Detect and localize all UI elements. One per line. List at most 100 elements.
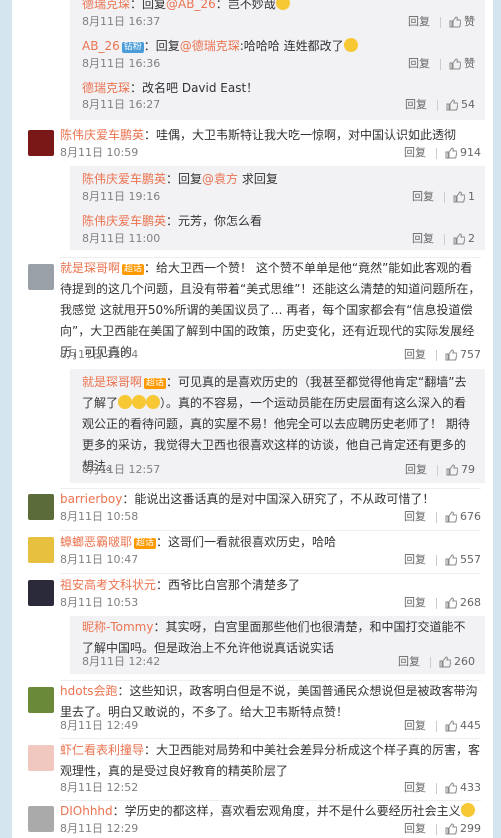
thumbs-up-icon[interactable]	[445, 554, 457, 566]
like-count[interactable]: 433	[460, 779, 481, 797]
thumbs-up-icon[interactable]	[445, 720, 457, 732]
avatar[interactable]	[28, 806, 54, 832]
commenter-name[interactable]: 就是琛哥啊	[82, 375, 142, 389]
thumbs-up-icon[interactable]	[445, 597, 457, 609]
thumbs-up-icon[interactable]	[439, 656, 451, 668]
thumbs-up-icon[interactable]	[449, 58, 461, 70]
comment-actions: 回复 2	[412, 230, 475, 248]
comment-meta: 8月11日 12:42 回复 260	[82, 653, 475, 671]
like-count[interactable]: 79	[461, 461, 475, 479]
mention-link[interactable]: @德瑞克琛	[180, 39, 240, 53]
reply-button[interactable]: 回复	[404, 594, 426, 612]
avatar[interactable]	[28, 494, 54, 520]
like-count[interactable]: 914	[460, 144, 481, 162]
avatar[interactable]	[28, 264, 54, 290]
thumbs-up-icon[interactable]	[445, 823, 457, 835]
like-count[interactable]: 1	[468, 188, 475, 206]
commenter-name[interactable]: 德瑞克琛	[82, 81, 130, 95]
commenter-name[interactable]: 德瑞克琛	[82, 0, 130, 11]
comment-meta: 8月11日 12:54 回复 757	[60, 346, 481, 364]
comment-time: 8月11日 12:29	[60, 822, 139, 835]
avatar[interactable]	[28, 130, 54, 156]
avatar[interactable]	[28, 580, 54, 606]
commenter-name[interactable]: hdots会跑	[60, 684, 118, 698]
commenter-name[interactable]: AB_26	[82, 39, 120, 53]
commenter-name[interactable]: 昵称-Tommy	[82, 620, 153, 634]
comment-prefix: ：回复	[130, 0, 167, 11]
avatar[interactable]	[28, 537, 54, 563]
comment-meta: 8月11日 10:59 回复 914	[60, 144, 481, 162]
comment-time: 8月11日 16:37	[82, 15, 161, 28]
like-count[interactable]: 676	[460, 508, 481, 526]
like-count[interactable]: 2	[468, 230, 475, 248]
comment-body: ：西爷比白宫那个清楚多了	[156, 578, 301, 592]
avatar[interactable]	[28, 687, 54, 713]
like-count[interactable]: 299	[460, 820, 481, 838]
reply-button[interactable]: 回复	[405, 96, 427, 114]
comment-text: 陈伟庆爱车鹏英：哇偶，大卫韦斯特让我大吃一惊啊，对中国认识如此透彻	[60, 125, 481, 146]
reply-button[interactable]: 回复	[404, 820, 426, 838]
comment-text: 陈伟庆爱车鹏英：回复@袁方 求回复	[82, 169, 475, 190]
avatar[interactable]	[28, 745, 54, 771]
comment-prefix: ：回复	[166, 172, 203, 186]
commenter-name[interactable]: 祖安高考文科状元	[60, 578, 156, 592]
thumbs-up-icon[interactable]	[446, 99, 458, 111]
thumbs-up-icon[interactable]	[449, 16, 461, 28]
comment-actions: 回复 914	[404, 144, 481, 162]
comment-time: 8月11日 12:57	[82, 463, 161, 476]
reply-button[interactable]: 回复	[412, 230, 434, 248]
commenter-name[interactable]: 陈伟庆爱车鹏英	[82, 214, 166, 228]
commenter-name[interactable]: 就是琛哥啊	[60, 261, 120, 275]
comment-time: 8月11日 16:27	[82, 98, 161, 111]
thumbs-up-icon[interactable]	[453, 233, 465, 245]
comment-text: 祖安高考文科状元：西爷比白宫那个清楚多了	[60, 575, 481, 596]
reply-box: 德瑞克琛：回复@AB_26：岂不妙哉 8月11日 16:37 回复 赞 AB_2…	[70, 0, 485, 120]
comment-meta: 8月11日 10:58 回复 676	[60, 508, 481, 526]
thumbs-up-icon[interactable]	[445, 147, 457, 159]
reply-button[interactable]: 回复	[404, 551, 426, 569]
commenter-name[interactable]: 虾仁看表利撞导	[60, 743, 144, 757]
divider	[436, 554, 437, 566]
thumbs-up-icon[interactable]	[445, 782, 457, 794]
comment-body: ：岂不妙哉	[215, 0, 276, 11]
like-count[interactable]: 757	[460, 346, 481, 364]
comment-actions: 回复 757	[404, 346, 481, 364]
mention-link[interactable]: @袁方	[202, 172, 238, 186]
like-count[interactable]: 268	[460, 594, 481, 612]
mention-link[interactable]: @AB_26	[166, 0, 216, 11]
commenter-name[interactable]: barrierboy	[60, 492, 122, 506]
reply-button[interactable]: 回复	[404, 508, 426, 526]
reply-button[interactable]: 回复	[408, 13, 430, 31]
reply-button[interactable]: 回复	[404, 346, 426, 364]
like-count[interactable]: 445	[460, 717, 481, 735]
commenter-name[interactable]: DIOhhhd	[60, 804, 113, 818]
thumbs-up-icon[interactable]	[445, 511, 457, 523]
comment-meta: 8月11日 16:37 回复 赞	[82, 13, 475, 31]
like-count[interactable]: 557	[460, 551, 481, 569]
commenter-name[interactable]: 陈伟庆爱车鹏英	[60, 128, 144, 142]
reply-button[interactable]: 回复	[408, 55, 430, 73]
like-label[interactable]: 赞	[464, 55, 475, 73]
thumbs-up-icon[interactable]	[446, 464, 458, 476]
reply-box: 昵称-Tommy：其实呀，白宫里面那些他们也很清楚，和中国打交道能不了解中国吗。…	[70, 616, 485, 674]
reply-button[interactable]: 回复	[404, 144, 426, 162]
comment-meta: 8月11日 16:36 回复 赞	[82, 55, 475, 73]
member-badge: 超话	[122, 264, 145, 275]
comment-time: 8月11日 10:47	[60, 553, 139, 566]
divider	[60, 738, 481, 739]
reply-button[interactable]: 回复	[412, 188, 434, 206]
thumbs-up-icon[interactable]	[453, 191, 465, 203]
like-label[interactable]: 赞	[464, 13, 475, 31]
like-count[interactable]: 260	[454, 653, 475, 671]
reply-button[interactable]: 回复	[398, 653, 420, 671]
reply-button[interactable]: 回复	[404, 779, 426, 797]
comment-time: 8月11日 12:49	[60, 719, 139, 732]
commenter-name[interactable]: 陈伟庆爱车鹏英	[82, 172, 166, 186]
commenter-name[interactable]: 蟑螂恶霸啵耶	[60, 535, 132, 549]
thumbs-up-icon[interactable]	[445, 349, 457, 361]
like-count[interactable]: 54	[461, 96, 475, 114]
emoji-icon	[275, 0, 290, 10]
reply-button[interactable]: 回复	[405, 461, 427, 479]
reply-box: 陈伟庆爱车鹏英：回复@袁方 求回复 8月11日 19:16 回复 1 陈伟庆爱车…	[70, 166, 485, 250]
reply-button[interactable]: 回复	[404, 717, 426, 735]
